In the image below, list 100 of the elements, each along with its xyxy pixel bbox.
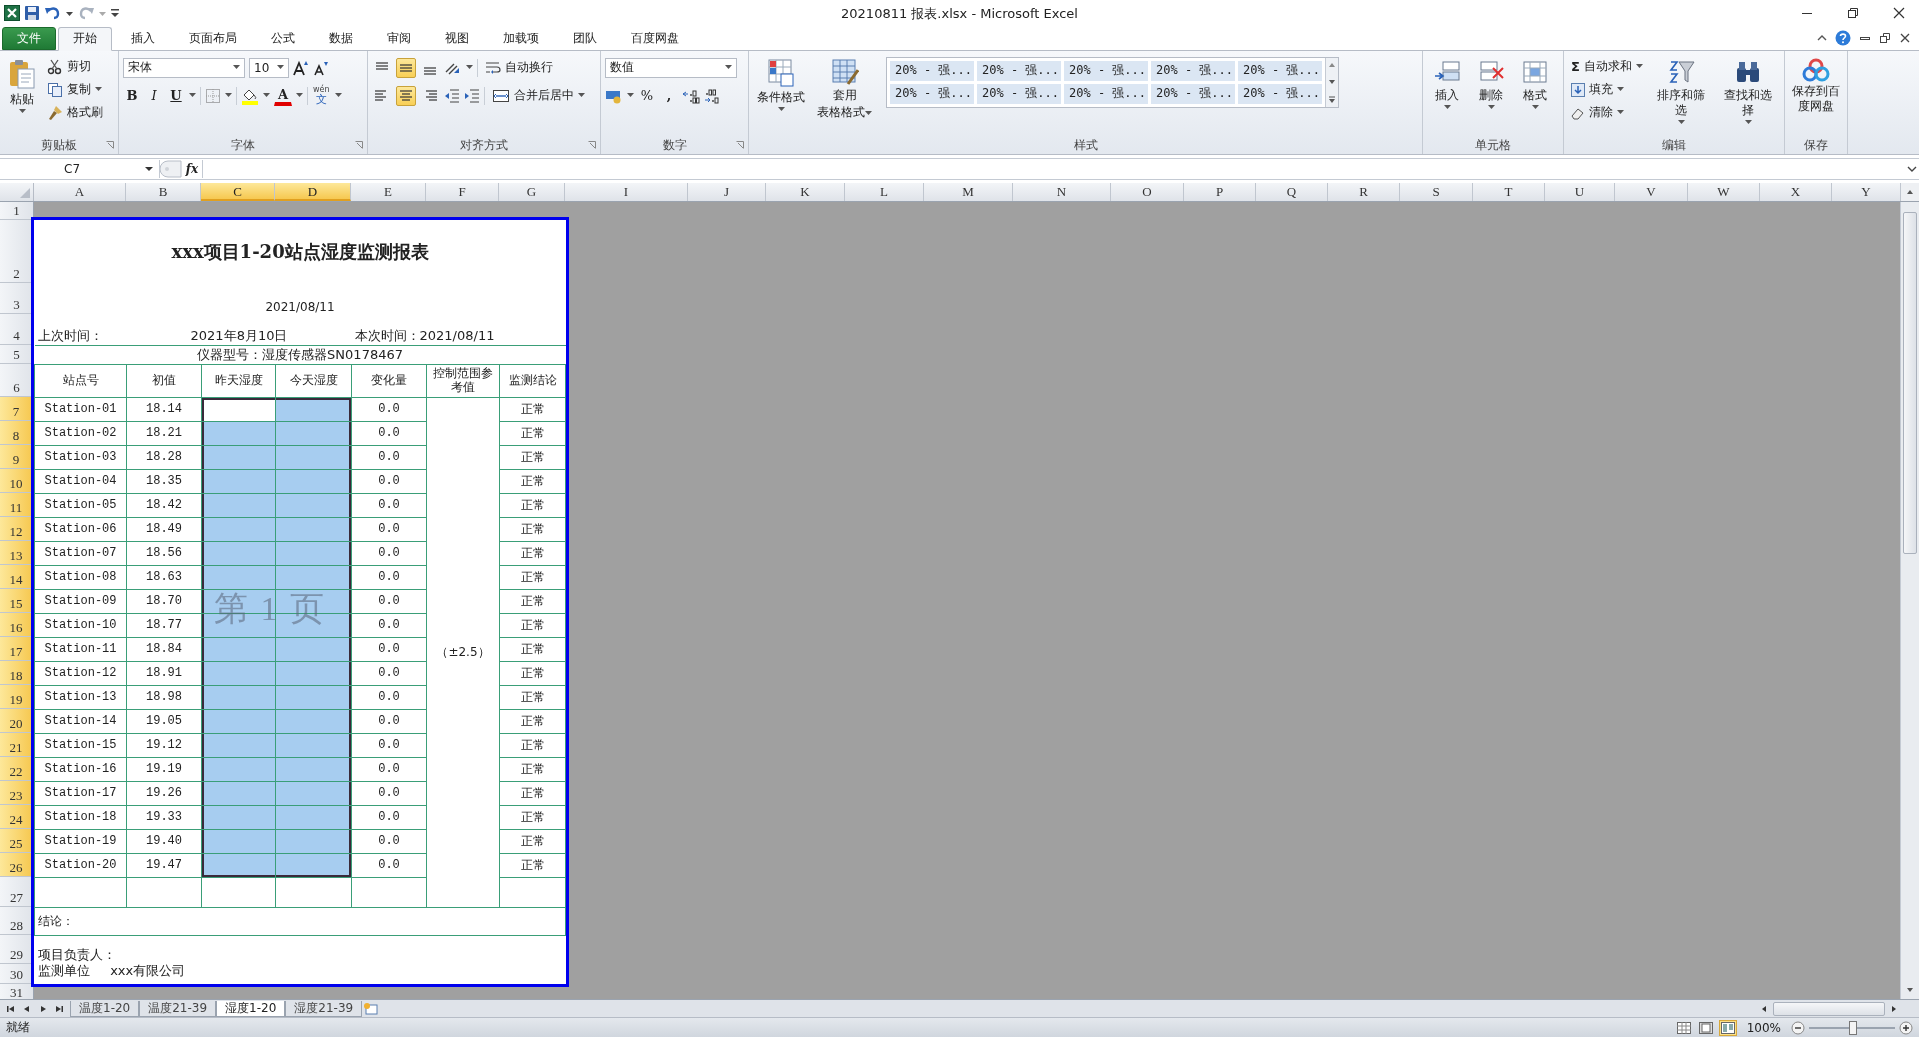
save-to-cloud-button[interactable]: 保存到百度网盘 (1789, 54, 1843, 117)
zoom-out-icon[interactable] (1791, 1020, 1805, 1035)
column-header[interactable]: O (1111, 183, 1184, 202)
ribbon-tab[interactable]: 加载项 (488, 26, 554, 50)
cell-style-option[interactable]: 20% - 强... (1238, 60, 1322, 81)
sheet-tab[interactable]: 湿度21-39 (285, 1000, 363, 1017)
increase-decimal-icon[interactable] (682, 87, 700, 104)
layout-view-button[interactable] (1696, 1019, 1715, 1036)
row-header[interactable]: 22 (0, 757, 34, 782)
row-header[interactable]: 16 (0, 613, 34, 638)
ribbon-tab[interactable]: 视图 (430, 26, 484, 50)
italic-button[interactable]: I (145, 85, 163, 106)
sheet-tab[interactable]: 温度1-20 (70, 1000, 140, 1017)
scrollbar-thumb[interactable] (1903, 212, 1917, 555)
format-cells-button[interactable]: 格式 (1515, 54, 1555, 113)
row-header[interactable]: 26 (0, 853, 34, 878)
zoom-slider-thumb[interactable] (1849, 1020, 1857, 1035)
column-header[interactable]: W (1688, 183, 1760, 202)
fill-button[interactable]: 填充 (1568, 79, 1646, 100)
merge-center-button[interactable]: 合并后居中 (489, 85, 588, 106)
row-header[interactable]: 7 (0, 397, 34, 422)
save-icon[interactable] (24, 4, 40, 21)
sort-filter-button[interactable]: 排序和筛选 (1649, 54, 1713, 128)
cell-style-option[interactable]: 20% - 强... (1238, 83, 1322, 104)
first-sheet-icon[interactable] (6, 1003, 16, 1014)
cell-style-option[interactable]: 20% - 强... (977, 83, 1061, 104)
clear-button[interactable]: 清除 (1568, 102, 1646, 123)
column-header[interactable]: K (766, 183, 845, 202)
excel-logo-icon[interactable] (4, 4, 20, 21)
column-header[interactable]: U (1545, 183, 1615, 202)
row-header[interactable]: 15 (0, 589, 34, 614)
column-header[interactable]: G (499, 183, 565, 202)
more-icon[interactable] (1327, 94, 1337, 105)
close-icon[interactable] (1899, 31, 1911, 44)
cell-style-option[interactable]: 20% - 强... (1064, 60, 1148, 81)
previous-sheet-icon[interactable] (22, 1003, 32, 1014)
column-header[interactable]: V (1615, 183, 1688, 202)
wrap-text-button[interactable]: 自动换行 (482, 57, 556, 78)
caret-icon[interactable] (277, 65, 284, 71)
zoom-level[interactable]: 100% (1746, 1020, 1781, 1035)
column-header[interactable]: J (688, 183, 766, 202)
row-header[interactable]: 9 (0, 445, 34, 470)
row-header[interactable]: 19 (0, 685, 34, 710)
caret-icon[interactable] (233, 65, 240, 71)
column-header[interactable]: M (924, 183, 1013, 202)
font-color-button[interactable]: A (274, 85, 292, 106)
column-header[interactable]: R (1328, 183, 1400, 202)
dialog-launcher-icon[interactable] (736, 141, 744, 150)
column-header[interactable]: N (1013, 183, 1111, 202)
copy-button[interactable]: 复制 (44, 79, 106, 100)
ribbon-tab[interactable]: 插入 (116, 26, 170, 50)
format-painter-button[interactable]: 格式刷 (44, 102, 106, 123)
grow-font-icon[interactable] (293, 59, 309, 76)
increase-indent-icon[interactable] (464, 87, 480, 104)
shrink-font-icon[interactable] (313, 59, 329, 76)
column-header[interactable]: X (1760, 183, 1832, 202)
ribbon-tab[interactable]: 百度网盘 (616, 26, 694, 50)
row-header[interactable]: 18 (0, 661, 34, 686)
insert-cells-button[interactable]: 插入 (1427, 54, 1467, 113)
row-header[interactable]: 24 (0, 805, 34, 830)
row-header[interactable]: 12 (0, 517, 34, 542)
ribbon-tab[interactable]: 数据 (314, 26, 368, 50)
decrease-decimal-icon[interactable] (704, 87, 722, 104)
column-header[interactable]: I (565, 183, 688, 202)
scrollbar-thumb[interactable] (1773, 1001, 1885, 1016)
column-header[interactable]: T (1473, 183, 1545, 202)
paste-button[interactable]: 粘贴 (4, 54, 40, 117)
column-header[interactable]: F (426, 183, 499, 202)
ribbon-tab[interactable]: 公式 (256, 26, 310, 50)
find-select-button[interactable]: 查找和选择 (1716, 54, 1780, 128)
autosum-button[interactable]: Σ 自动求和 (1568, 56, 1646, 77)
cell-style-option[interactable]: 20% - 强... (890, 83, 974, 104)
sheet-tab[interactable]: 湿度1-20 (216, 1000, 286, 1017)
help-icon[interactable] (1835, 29, 1851, 46)
row-header[interactable]: 23 (0, 781, 34, 806)
column-header[interactable]: E (351, 183, 426, 202)
font-size-field[interactable]: 10 (249, 57, 289, 78)
next-sheet-icon[interactable] (38, 1003, 48, 1014)
column-header[interactable]: C (201, 183, 275, 202)
delete-cells-button[interactable]: 删除 (1471, 54, 1511, 113)
row-header[interactable]: 11 (0, 493, 34, 518)
column-header[interactable]: A (34, 183, 126, 202)
format-as-table-button[interactable]: 套用 表格格式 (813, 54, 876, 123)
cell-style-option[interactable]: 20% - 强... (977, 60, 1061, 81)
splitter-handle-icon[interactable] (160, 160, 182, 179)
ribbon-tab[interactable]: 开始 (58, 26, 112, 51)
sheet-tab[interactable]: 温度21-39 (139, 1000, 217, 1017)
phonetic-button[interactable]: wén 文 (312, 85, 331, 107)
column-header[interactable]: P (1184, 183, 1256, 202)
decrease-indent-icon[interactable] (444, 87, 460, 104)
column-header[interactable]: Q (1256, 183, 1328, 202)
column-header[interactable]: L (845, 183, 924, 202)
cell-style-option[interactable]: 20% - 强... (1064, 83, 1148, 104)
close-icon[interactable] (1893, 6, 1905, 19)
number-format-field[interactable]: 数值 (605, 57, 737, 78)
column-header[interactable]: S (1400, 183, 1473, 202)
row-header[interactable]: 10 (0, 469, 34, 494)
comma-button[interactable]: , (660, 85, 678, 106)
restore-icon[interactable] (1879, 31, 1891, 44)
caret-icon[interactable] (725, 65, 732, 71)
